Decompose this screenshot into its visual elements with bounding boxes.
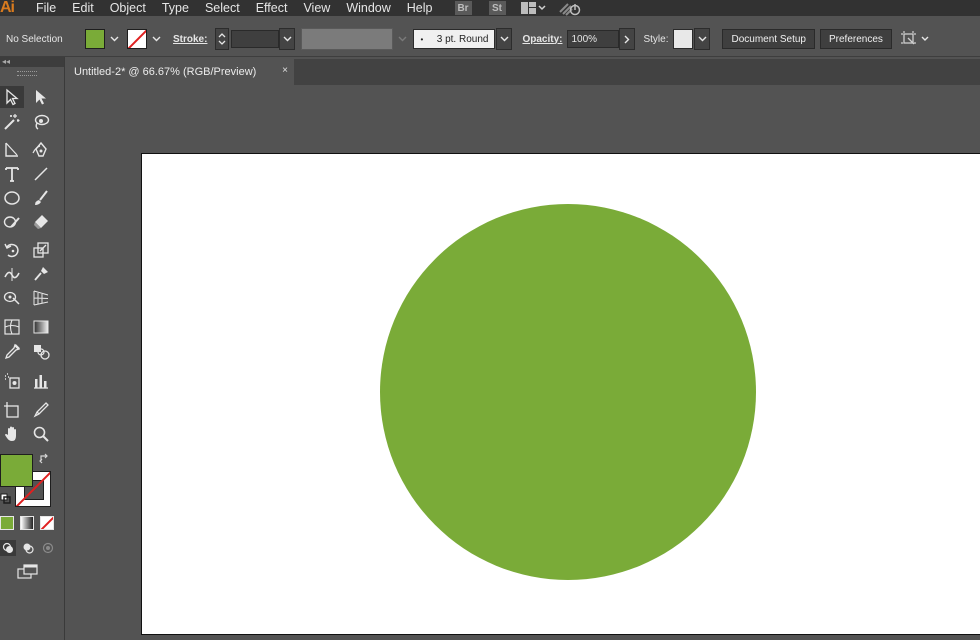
document-tab[interactable]: Untitled-2* @ 66.67% (RGB/Preview) × (64, 59, 294, 85)
style-label: Style: (643, 33, 669, 45)
change-screen-mode-icon[interactable] (17, 564, 39, 580)
eraser-tool-icon[interactable] (29, 211, 53, 233)
tools-panel-grip-icon[interactable] (17, 71, 37, 76)
none-mode-button[interactable] (40, 516, 54, 530)
bridge-button[interactable]: Br (454, 1, 472, 15)
symbol-sprayer-tool-icon[interactable] (0, 370, 24, 392)
menu-help[interactable]: Help (399, 0, 441, 16)
green-circle-shape[interactable] (380, 204, 756, 580)
fill-color-swatch[interactable] (85, 29, 105, 49)
lasso-tool-icon[interactable] (29, 111, 53, 133)
stroke-weight-dropdown-chevron-icon[interactable] (279, 28, 296, 50)
magic-wand-tool-icon[interactable] (0, 111, 24, 133)
menu-bar: Ai File Edit Object Type Select Effect V… (0, 0, 980, 16)
blend-tool-icon[interactable] (29, 341, 53, 363)
rotate-tool-icon[interactable] (0, 239, 24, 261)
stock-button[interactable]: St (488, 1, 506, 15)
width-tool-icon[interactable] (0, 263, 24, 285)
artboard[interactable] (141, 153, 980, 635)
selection-tool-icon[interactable] (0, 86, 24, 108)
document-tab-title: Untitled-2* @ 66.67% (RGB/Preview) (74, 66, 257, 78)
width-profile-chevron-icon[interactable] (395, 29, 409, 49)
menu-edit[interactable]: Edit (64, 0, 102, 16)
opacity-input[interactable]: 100% (567, 30, 620, 48)
hand-tool-icon[interactable] (0, 423, 24, 445)
slice-tool-icon[interactable] (29, 399, 53, 421)
fill-color-box[interactable] (0, 454, 33, 487)
brush-dropdown-chevron-icon[interactable] (496, 28, 513, 50)
column-graph-tool-icon[interactable] (29, 370, 53, 392)
mesh-tool-icon[interactable] (0, 316, 24, 338)
gradient-tool-icon[interactable] (29, 316, 53, 338)
direct-selection-tool-icon[interactable] (29, 86, 53, 108)
stroke-weight-input[interactable] (231, 30, 280, 48)
menu-type[interactable]: Type (154, 0, 197, 16)
document-tab-strip: Untitled-2* @ 66.67% (RGB/Preview) × (64, 59, 980, 85)
stroke-dropdown-chevron-icon[interactable] (149, 29, 163, 49)
curvature-tool-icon[interactable] (29, 139, 53, 161)
stroke-color-swatch[interactable] (127, 29, 147, 49)
shape-builder-tool-icon[interactable] (0, 287, 24, 309)
menu-window[interactable]: Window (338, 0, 398, 16)
selection-status: No Selection (6, 33, 63, 45)
opacity-panel-link[interactable]: Opacity: (522, 34, 562, 45)
canvas-area[interactable] (65, 85, 980, 640)
brush-definition-dropdown[interactable]: • 3 pt. Round (413, 29, 496, 49)
gradient-mode-button[interactable] (20, 516, 34, 530)
default-fill-stroke-icon[interactable] (0, 493, 12, 505)
close-tab-icon[interactable]: × (282, 65, 288, 76)
preferences-button[interactable]: Preferences (819, 29, 892, 49)
menu-select[interactable]: Select (197, 0, 248, 16)
illustrator-logo: Ai (0, 0, 15, 16)
control-bar: No Selection Stroke: • 3 pt. Round Opaci… (0, 22, 980, 57)
workspace-layout-icon[interactable] (520, 1, 546, 15)
menu-view[interactable]: View (295, 0, 338, 16)
gpu-performance-icon[interactable] (558, 0, 582, 16)
tools-panel-collapse[interactable]: ◂◂ (0, 57, 64, 67)
perspective-grid-tool-icon[interactable] (29, 287, 53, 309)
menu-file[interactable]: File (30, 0, 64, 16)
ellipse-tool-icon[interactable] (0, 187, 24, 209)
tools-panel: ◂◂ (0, 57, 65, 640)
style-dropdown-chevron-icon[interactable] (694, 28, 711, 50)
type-tool-icon[interactable] (0, 163, 24, 185)
stroke-panel-link[interactable]: Stroke: (173, 34, 207, 45)
arrange-documents-icon[interactable] (900, 30, 934, 48)
variable-width-profile[interactable] (301, 28, 394, 50)
artboard-tool-icon[interactable] (0, 399, 24, 421)
graphic-style-swatch[interactable] (673, 29, 694, 49)
draw-inside-icon[interactable] (40, 540, 56, 556)
brush-dot-icon: • (420, 34, 424, 44)
fill-dropdown-chevron-icon[interactable] (107, 29, 121, 49)
pen-tool-icon[interactable] (0, 139, 24, 161)
draw-normal-icon[interactable] (0, 540, 16, 556)
stroke-weight-stepper[interactable] (215, 28, 230, 50)
fill-stroke-swap-icon[interactable] (38, 452, 52, 466)
line-segment-tool-icon[interactable] (29, 163, 53, 185)
draw-behind-icon[interactable] (20, 540, 36, 556)
eyedropper-tool-icon[interactable] (0, 341, 24, 363)
puppet-warp-tool-icon[interactable] (29, 263, 53, 285)
menu-effect[interactable]: Effect (248, 0, 296, 16)
paintbrush-tool-icon[interactable] (29, 187, 53, 209)
scale-tool-icon[interactable] (29, 239, 53, 261)
zoom-tool-icon[interactable] (29, 423, 53, 445)
shaper-tool-icon[interactable] (0, 211, 24, 233)
brush-label: 3 pt. Round (436, 33, 489, 45)
document-setup-button[interactable]: Document Setup (722, 29, 815, 49)
menu-object[interactable]: Object (102, 0, 154, 16)
opacity-chevron-right-icon[interactable] (619, 28, 636, 50)
color-mode-button[interactable] (0, 516, 14, 530)
